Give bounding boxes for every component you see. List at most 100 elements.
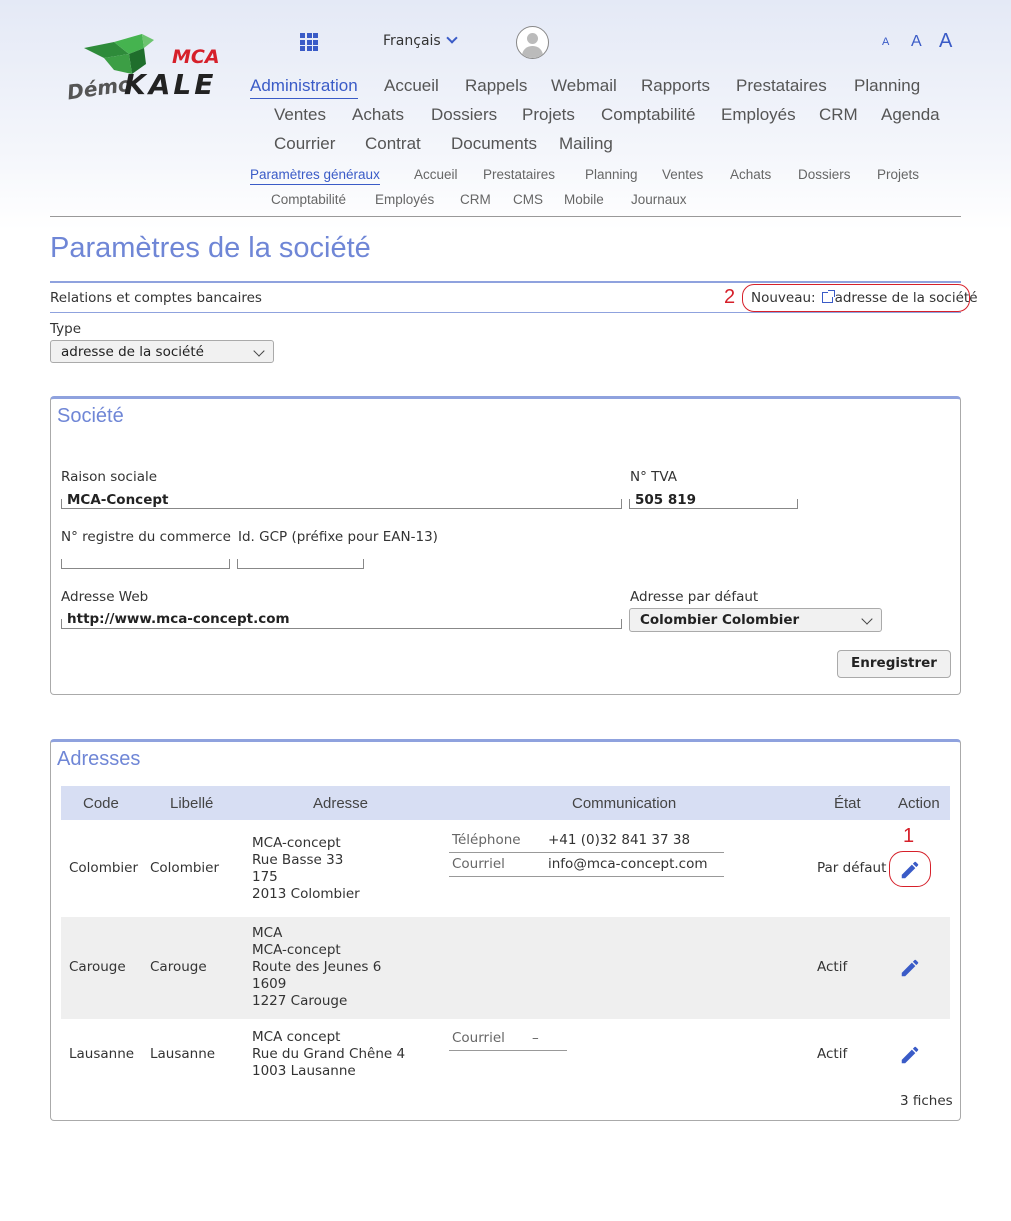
annotation-circle-edit — [889, 851, 931, 887]
row-libelle: Carouge — [150, 959, 207, 975]
subnav-item-crm[interactable]: CRM — [460, 192, 491, 207]
address-line: Rue Basse 33 — [252, 852, 344, 868]
gcp-input[interactable] — [237, 559, 364, 569]
address-line: Route des Jeunes 6 — [252, 959, 382, 975]
font-size-medium-button[interactable]: A — [911, 33, 922, 51]
new-link-group: Nouveau: adresse de la société — [751, 290, 978, 306]
address-line: 1227 Carouge — [252, 993, 348, 1009]
raison-sociale-label: Raison sociale — [61, 469, 158, 485]
type-select[interactable]: adresse de la société — [50, 340, 274, 363]
row-code: Colombier — [69, 860, 139, 876]
registre-input[interactable] — [61, 559, 230, 569]
nav-item-projets[interactable]: Projets — [522, 105, 575, 125]
nav-item-contrat[interactable]: Contrat — [365, 134, 421, 154]
nav-item-courrier[interactable]: Courrier — [274, 134, 335, 154]
comm-label: Courriel — [452, 1030, 505, 1046]
column-communication[interactable]: Communication — [572, 795, 676, 812]
column-libelle[interactable]: Libellé — [170, 795, 213, 812]
annotation-marker-2: 2 — [724, 286, 736, 308]
font-size-large-button[interactable]: A — [939, 30, 952, 53]
external-link-icon — [821, 290, 835, 303]
page-title: Paramètres de la société — [50, 232, 371, 264]
table-header: Code Libellé Adresse Communication État … — [61, 786, 950, 820]
column-etat[interactable]: État — [834, 795, 861, 812]
subnav-item-mobile[interactable]: Mobile — [564, 192, 604, 207]
logo-demo: Démo — [65, 71, 134, 105]
comm-label: Téléphone — [452, 832, 521, 848]
raison-sociale-value: MCA-Concept — [67, 492, 169, 508]
registre-label: N° registre du commerce — [61, 529, 231, 545]
subnav-item-achats[interactable]: Achats — [730, 167, 771, 182]
address-line: 1003 Lausanne — [252, 1063, 356, 1079]
nav-item-rappels[interactable]: Rappels — [465, 76, 527, 96]
nav-item-crm[interactable]: CRM — [819, 105, 858, 125]
logo-mca: MCA — [172, 46, 220, 68]
edit-pencil-icon[interactable] — [899, 957, 921, 979]
nav-item-ventes[interactable]: Ventes — [274, 105, 326, 125]
address-line: MCA-concept — [252, 942, 341, 958]
chevron-down-icon — [253, 345, 265, 357]
nav-item-prestataires[interactable]: Prestataires — [736, 76, 827, 96]
annotation-circle-new: Nouveau: adresse de la société — [742, 284, 978, 312]
subnav-item-prestataires[interactable]: Prestataires — [483, 167, 555, 182]
subnav-item-parametres-generaux[interactable]: Paramètres généraux — [250, 167, 380, 185]
comm-value[interactable]: +41 (0)32 841 37 38 — [548, 832, 690, 849]
nav-item-employes[interactable]: Employés — [721, 105, 796, 125]
subnav-item-comptabilite[interactable]: Comptabilité — [271, 192, 346, 207]
chevron-down-icon — [861, 613, 873, 625]
subnav-item-projets[interactable]: Projets — [877, 167, 919, 182]
logo[interactable]: Démo MCA KALE — [62, 34, 234, 104]
column-code[interactable]: Code — [83, 795, 119, 812]
table-row: Carouge Carouge MCA MCA-concept Route de… — [61, 917, 950, 1019]
nav-item-dossiers[interactable]: Dossiers — [431, 105, 497, 125]
font-size-small-button[interactable]: A — [882, 36, 889, 48]
nav-item-mailing[interactable]: Mailing — [559, 134, 613, 154]
new-prefix: Nouveau: — [751, 290, 816, 306]
nav-item-administration[interactable]: Administration — [250, 76, 358, 99]
subnav-item-ventes[interactable]: Ventes — [662, 167, 703, 182]
address-line: 1609 — [252, 976, 287, 992]
nav-item-achats[interactable]: Achats — [352, 105, 404, 125]
societe-panel: Société Raison sociale MCA-Concept N° TV… — [50, 396, 961, 695]
address-line: 175 — [252, 869, 278, 885]
comm-value[interactable]: info@mca-concept.com — [548, 856, 708, 873]
subnav-item-employes[interactable]: Employés — [375, 192, 434, 207]
language-selector[interactable]: Français — [383, 32, 458, 49]
nav-item-rapports[interactable]: Rapports — [641, 76, 710, 96]
logo-kale: KALE — [124, 68, 217, 101]
address-line: Rue du Grand Chêne 4 — [252, 1046, 406, 1062]
column-action[interactable]: Action — [898, 795, 940, 812]
subnav-item-cms[interactable]: CMS — [513, 192, 543, 207]
tva-label: N° TVA — [630, 469, 677, 485]
subnav-item-planning[interactable]: Planning — [585, 167, 638, 182]
relations-label[interactable]: Relations et comptes bancaires — [50, 290, 262, 306]
subnav-item-accueil[interactable]: Accueil — [414, 167, 458, 182]
new-address-link[interactable]: adresse de la société — [835, 290, 978, 306]
language-label: Français — [383, 33, 441, 49]
save-button[interactable]: Enregistrer — [837, 650, 951, 678]
annotation-marker-1: 1 — [903, 825, 915, 847]
address-line: MCA — [252, 925, 283, 941]
nav-item-agenda[interactable]: Agenda — [881, 105, 940, 125]
nav-item-comptabilite[interactable]: Comptabilité — [601, 105, 696, 125]
chevron-down-icon — [446, 32, 458, 44]
societe-title: Société — [57, 405, 124, 427]
subnav-item-journaux[interactable]: Journaux — [631, 192, 687, 207]
edit-pencil-icon[interactable] — [899, 1044, 921, 1066]
subnav-item-dossiers[interactable]: Dossiers — [798, 167, 851, 182]
nav-item-documents[interactable]: Documents — [451, 134, 537, 154]
nav-item-planning[interactable]: Planning — [854, 76, 920, 96]
row-state: Par défaut — [817, 860, 887, 876]
column-adresse[interactable]: Adresse — [313, 795, 368, 812]
adresses-title: Adresses — [57, 748, 141, 770]
nav-item-accueil[interactable]: Accueil — [384, 76, 439, 96]
apps-grid-icon[interactable] — [300, 33, 318, 51]
address-line: MCA-concept — [252, 835, 341, 851]
table-row: Lausanne Lausanne MCA concept Rue du Gra… — [61, 1019, 950, 1091]
comm-divider — [449, 852, 724, 853]
nav-item-webmail[interactable]: Webmail — [551, 76, 617, 96]
default-address-select[interactable]: Colombier Colombier — [629, 608, 882, 632]
table-row: Colombier Colombier MCA-concept Rue Bass… — [61, 820, 950, 917]
avatar[interactable] — [516, 26, 549, 59]
comm-label: Courriel — [452, 856, 505, 872]
